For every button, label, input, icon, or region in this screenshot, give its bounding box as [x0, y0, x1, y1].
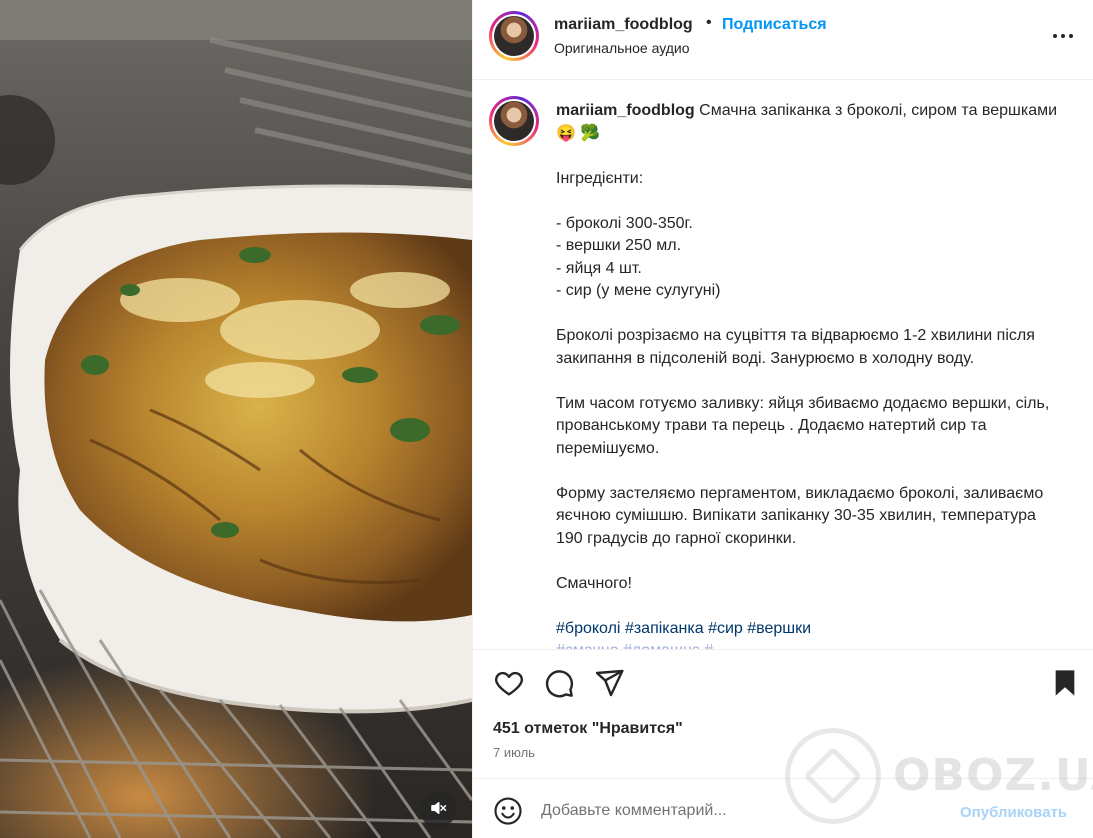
comment-bar: Опубликовать: [473, 780, 1093, 838]
ingredients-heading: Інгредієнти:: [556, 169, 644, 187]
ingredient-item: - сир (у мене сулугуні): [556, 282, 721, 299]
post-actions: 451 отметок "Нравится" 7 июль: [473, 649, 1093, 779]
post-date[interactable]: 7 июль: [493, 745, 535, 760]
post-media[interactable]: [0, 0, 472, 838]
closing-text: Смачного!: [556, 574, 632, 592]
ingredient-item: - вершки 250 мл.: [556, 237, 682, 254]
muted-speaker-icon: [429, 799, 447, 822]
author-username[interactable]: mariiam_foodblog: [554, 16, 693, 34]
hashtag-link[interactable]: #сир: [708, 620, 743, 637]
separator-dot: •: [706, 14, 712, 31]
post-caption: mariiam_foodblog Смачна запіканка з брок…: [556, 100, 1066, 649]
bookmark-icon[interactable]: [1049, 667, 1081, 699]
caption-author-avatar[interactable]: [489, 96, 539, 146]
comment-icon[interactable]: [543, 667, 575, 699]
hashtag-link[interactable]: #броколі: [556, 620, 620, 637]
share-icon[interactable]: [593, 667, 625, 699]
hashtag-link[interactable]: #запіканка: [625, 620, 704, 637]
recipe-step-3: Форму застеляємо пергаментом, викладаємо…: [556, 484, 1044, 547]
more-options-icon[interactable]: [1049, 24, 1077, 48]
post-details-panel: mariiam_foodblog • Подписаться Оригиналь…: [472, 0, 1093, 838]
author-avatar[interactable]: [489, 11, 539, 61]
hashtags: #броколі #запіканка #сир #вершки #смачно…: [556, 618, 1066, 650]
casserole-photo: [0, 0, 472, 838]
recipe-step-2: Тим часом готуємо заливку: яйця збиваємо…: [556, 394, 1050, 457]
follow-button[interactable]: Подписаться: [722, 16, 827, 34]
hashtags-overflow[interactable]: #смачно #домашнє #...: [556, 640, 1066, 649]
likes-count[interactable]: 451 отметок "Нравится": [493, 720, 683, 738]
caption-username[interactable]: mariiam_foodblog: [556, 102, 695, 119]
caption-area[interactable]: mariiam_foodblog Смачна запіканка з брок…: [473, 80, 1093, 649]
hashtag-link[interactable]: #вершки: [747, 620, 811, 637]
post-header: mariiam_foodblog • Подписаться Оригиналь…: [473, 0, 1093, 80]
ingredient-item: - броколі 300-350г.: [556, 214, 693, 232]
mute-toggle-button[interactable]: [420, 792, 456, 828]
recipe-step-1: Броколі розрізаємо на суцвіття та відвар…: [556, 327, 1035, 367]
emoji-icon[interactable]: [493, 796, 523, 826]
audio-label[interactable]: Оригинальное аудио: [554, 40, 690, 56]
publish-button[interactable]: Опубликовать: [960, 804, 1067, 821]
ingredient-item: - яйця 4 шт.: [556, 259, 642, 277]
comment-input[interactable]: [541, 798, 941, 824]
heart-icon[interactable]: [493, 667, 525, 699]
